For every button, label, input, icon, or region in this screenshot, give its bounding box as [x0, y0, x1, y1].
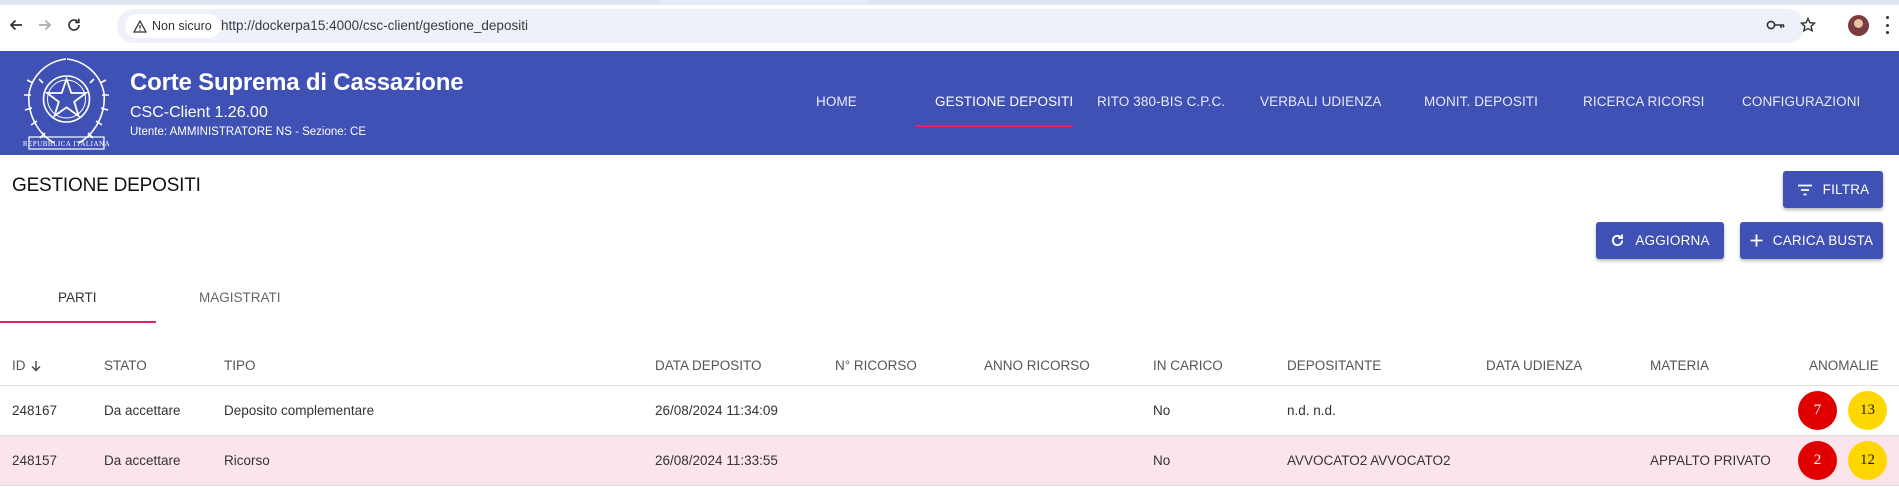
anomaly-warning-badge[interactable]: 12 [1848, 441, 1887, 480]
reload-icon[interactable] [63, 14, 85, 36]
filter-icon [1797, 184, 1812, 195]
upload-envelope-button-label: CARICA BUSTA [1772, 233, 1874, 248]
cell-id: 248167 [12, 403, 58, 418]
sort-arrow-down-icon [31, 360, 40, 371]
warning-icon [133, 19, 147, 33]
browser-menu-icon[interactable] [1885, 16, 1889, 34]
app-title: Corte Suprema di Cassazione [130, 69, 464, 96]
table-row[interactable]: 248167 Da accettare Deposito complementa… [0, 386, 1899, 436]
filter-button[interactable]: FILTRA [1783, 171, 1883, 208]
nav-active-indicator [916, 125, 1073, 127]
app-header: REPUBBLICA ITALIANA Corte Suprema di Cas… [0, 51, 1899, 155]
tab-parti[interactable]: PARTI [58, 290, 97, 305]
column-header-n-ricorso[interactable]: N° RICORSO [835, 358, 917, 373]
address-bar[interactable]: Non sicuro http://dockerpa15:4000/csc-cl… [117, 9, 1805, 43]
refresh-button-label: AGGIORNA [1635, 233, 1710, 248]
password-key-icon[interactable] [1765, 14, 1787, 36]
tab-magistrati[interactable]: MAGISTRATI [199, 290, 281, 305]
cell-stato: Da accettare [104, 403, 181, 418]
cell-id: 248157 [12, 453, 58, 468]
nav-monit-depositi[interactable]: MONIT. DEPOSITI [1424, 94, 1538, 109]
anomaly-warning-badge[interactable]: 13 [1848, 391, 1887, 430]
cell-data-deposito: 26/08/2024 11:34:09 [655, 403, 778, 418]
italian-republic-emblem: REPUBBLICA ITALIANA [19, 53, 114, 153]
cell-stato: Da accettare [104, 453, 181, 468]
cell-materia: APPALTO PRIVATO [1650, 453, 1771, 468]
column-header-data-deposito[interactable]: DATA DEPOSITO [655, 358, 762, 373]
nav-home[interactable]: HOME [816, 94, 857, 109]
column-header-in-carico[interactable]: IN CARICO [1153, 358, 1223, 373]
back-icon[interactable] [5, 14, 27, 36]
browser-tab[interactable] [868, 0, 1899, 5]
refresh-button[interactable]: AGGIORNA [1596, 222, 1724, 259]
security-label: Non sicuro [152, 19, 212, 33]
column-header-tipo[interactable]: TIPO [224, 358, 256, 373]
app-version: CSC-Client 1.26.00 [130, 104, 268, 121]
column-label: ID [12, 358, 26, 373]
nav-verbali-udienza[interactable]: VERBALI UDIENZA [1260, 94, 1382, 109]
refresh-icon [1612, 234, 1624, 247]
upload-envelope-button[interactable]: CARICA BUSTA [1740, 222, 1883, 259]
anomaly-error-badge[interactable]: 7 [1798, 391, 1837, 430]
table-row[interactable]: 248157 Da accettare Ricorso 26/08/2024 1… [0, 436, 1899, 486]
column-header-stato[interactable]: STATO [104, 358, 147, 373]
tab-active-indicator [0, 321, 156, 323]
cell-in-carico: No [1153, 403, 1171, 418]
cell-data-deposito: 26/08/2024 11:33:55 [655, 453, 778, 468]
anomaly-error-badge[interactable]: 2 [1798, 441, 1837, 480]
security-badge[interactable]: Non sicuro [125, 14, 221, 38]
column-header-depositante[interactable]: DEPOSITANTE [1287, 358, 1381, 373]
filter-button-label: FILTRA [1822, 182, 1870, 197]
column-header-materia[interactable]: MATERIA [1650, 358, 1709, 373]
url-text[interactable]: http://dockerpa15:4000/csc-client/gestio… [221, 18, 528, 33]
browser-chrome: Non sicuro http://dockerpa15:4000/csc-cl… [0, 0, 1899, 51]
user-info: Utente: AMMINISTRATORE NS - Sezione: CE [130, 126, 367, 138]
bookmark-star-icon[interactable] [1797, 14, 1819, 36]
nav-rito-380-bis[interactable]: RITO 380-BIS C.P.C. [1097, 94, 1225, 109]
column-header-data-udienza[interactable]: DATA UDIENZA [1486, 358, 1582, 373]
plus-icon [1750, 234, 1763, 247]
cell-depositante: AVVOCATO2 AVVOCATO2 [1287, 453, 1451, 468]
cell-depositante: n.d. n.d. [1287, 403, 1336, 418]
page-title: GESTIONE DEPOSITI [12, 175, 201, 196]
column-header-anomalie[interactable]: ANOMALIE [1809, 358, 1879, 373]
forward-icon[interactable] [34, 14, 56, 36]
emblem-ribbon-text: REPUBBLICA ITALIANA [23, 140, 110, 148]
nav-ricerca-ricorsi[interactable]: RICERCA RICORSI [1583, 94, 1705, 109]
cell-tipo: Ricorso [224, 453, 270, 468]
nav-configurazioni[interactable]: CONFIGURAZIONI [1742, 94, 1860, 109]
profile-avatar[interactable] [1848, 15, 1869, 36]
column-header-id[interactable]: ID [12, 358, 42, 373]
cell-tipo: Deposito complementare [224, 403, 375, 418]
cell-in-carico: No [1153, 453, 1171, 468]
column-header-anno-ricorso[interactable]: ANNO RICORSO [984, 358, 1090, 373]
browser-tab[interactable] [0, 0, 660, 5]
nav-gestione-depositi[interactable]: GESTIONE DEPOSITI [935, 94, 1073, 109]
